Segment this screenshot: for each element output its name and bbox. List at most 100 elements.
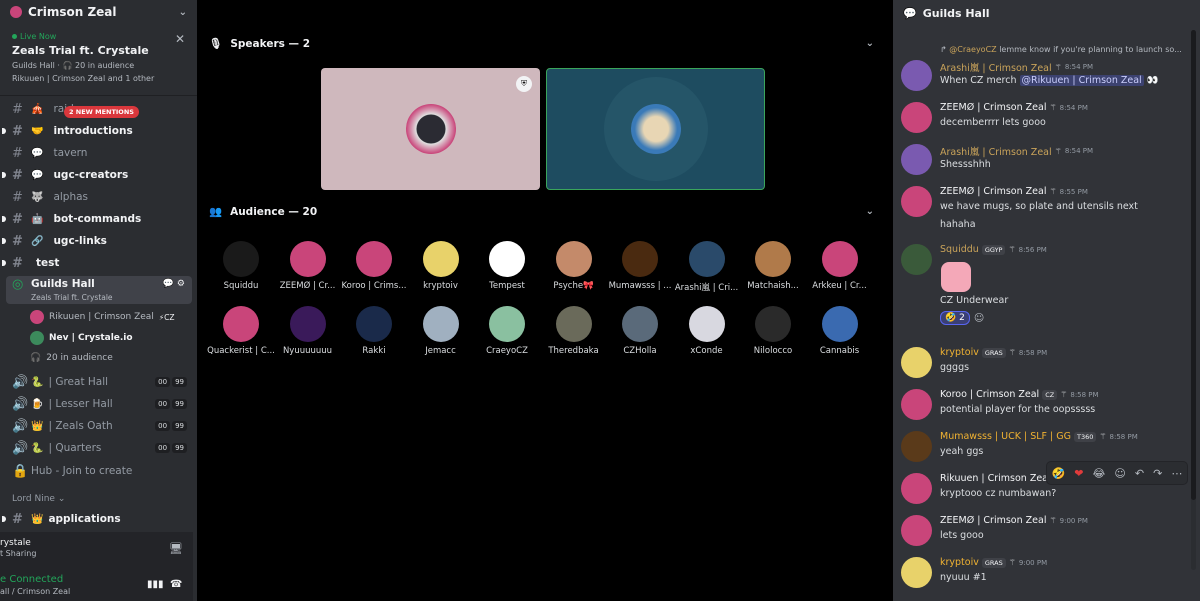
- user-count: 00: [155, 399, 171, 409]
- reaction[interactable]: 🤣 2: [940, 311, 970, 325]
- reaction-heart-icon[interactable]: ❤: [1074, 467, 1083, 480]
- audience-member[interactable]: CZHolla: [605, 306, 675, 356]
- message-author[interactable]: Arashi嵐 | Crimson Zeal: [940, 144, 1052, 158]
- audience-member[interactable]: Nyuuuuuuu: [273, 306, 343, 356]
- new-mentions-pill[interactable]: 2 NEW MENTIONS: [64, 106, 139, 118]
- audience-member[interactable]: xConde: [672, 306, 742, 356]
- audience-member[interactable]: ZEEMØ | Cr...: [273, 241, 343, 291]
- audience-member[interactable]: Theredbaka: [539, 306, 609, 356]
- scrollbar-thumb[interactable]: [1191, 30, 1196, 500]
- channel-introductions[interactable]: # 🤝 introductions: [0, 120, 197, 142]
- chevron-down-icon[interactable]: ⌄: [866, 206, 874, 217]
- chat-message[interactable]: kryptoiv GRAS ⚚ 8:58 PM ggggs: [893, 347, 1190, 387]
- channel-test[interactable]: # test: [0, 252, 197, 274]
- voice-channel-name: | Great Hall: [48, 376, 109, 388]
- channel-tavern[interactable]: # 💬 tavern: [0, 142, 197, 164]
- stage-channel[interactable]: ◎ Guilds Hall 💬 ⚙: [0, 276, 197, 292]
- channel-bot-commands[interactable]: # 🤖 bot-commands: [0, 208, 197, 230]
- audience-member[interactable]: Nilolocco: [738, 306, 808, 356]
- audience-member[interactable]: Tempest: [472, 241, 542, 291]
- message-author[interactable]: Arashi嵐 | Crimson Zeal: [940, 60, 1052, 74]
- audience-member[interactable]: Mumawsss | ...: [605, 241, 675, 291]
- chat-message[interactable]: ZEEMØ | Crimson Zeal ⚚ 9:00 PM lets gooo: [893, 515, 1190, 555]
- message-author[interactable]: kryptoiv: [940, 347, 979, 358]
- audience-member[interactable]: Jemacc: [406, 306, 476, 356]
- message-author[interactable]: ZEEMØ | Crimson Zeal: [940, 186, 1046, 197]
- audience-member[interactable]: Psyche🎀: [539, 241, 609, 291]
- close-icon[interactable]: ✕: [175, 32, 185, 46]
- stage-user[interactable]: Rikuuen | Crimson Zeal ⚡CZ: [30, 307, 174, 327]
- message-author[interactable]: Rikuuen | Crimson Zeal: [940, 473, 1051, 484]
- screen-share-icon[interactable]: 🖥: [169, 542, 183, 555]
- user-mention[interactable]: @Rikuuen | Crimson Zeal: [1019, 75, 1144, 86]
- audience-member[interactable]: Matchaish...: [738, 241, 808, 291]
- audience-count[interactable]: 🎧 20 in audience: [30, 348, 113, 368]
- audience-header[interactable]: 👥 Audience — 20 ⌄: [209, 205, 874, 219]
- audience-member[interactable]: Squiddu: [206, 241, 276, 291]
- chat-message[interactable]: ZEEMØ | Crimson Zeal ⚚ 8:55 PM we have mugs…: [893, 186, 1190, 230]
- message-author[interactable]: Mumawsss | UCK | SLF | GG: [940, 431, 1071, 442]
- audience-member[interactable]: Quackerist | C...: [206, 306, 276, 356]
- guild-tag: GGYP: [981, 244, 1006, 255]
- voice-channel[interactable]: 🔊 👑 | Zeals Oath 00 99: [0, 415, 197, 437]
- category-lord-nine[interactable]: Lord Nine ⌄: [12, 494, 65, 504]
- message-author[interactable]: ZEEMØ | Crimson Zeal: [940, 515, 1046, 526]
- live-stage-card[interactable]: Live Now Zeals Trial ft. Crystale Guilds…: [0, 28, 197, 96]
- message-author[interactable]: ZEEMØ | Crimson Zeal: [940, 102, 1046, 113]
- message-author[interactable]: Squiddu: [940, 244, 979, 255]
- reaction-laugh-icon[interactable]: 😂: [1093, 467, 1106, 480]
- message-author[interactable]: Koroo | Crimson Zeal: [940, 389, 1039, 400]
- avatar: [901, 389, 932, 420]
- chat-message[interactable]: ZEEMØ | Crimson Zeal ⚚ 8:54 PM decemberrrr …: [893, 102, 1190, 142]
- message-text: decemberrrr lets gooo: [940, 117, 1046, 128]
- audience-member[interactable]: Arkkeu | Cr...: [805, 241, 875, 291]
- channel-emoji: 🔗: [31, 235, 44, 247]
- audience-name: Tempest: [489, 281, 525, 291]
- channel-applications[interactable]: # 👑 applications: [0, 508, 197, 530]
- chat-message[interactable]: Arashi嵐 | Crimson Zeal ⚚ 8:54 PM Shessshhh: [893, 144, 1190, 184]
- add-reaction-icon[interactable]: ☺: [974, 313, 984, 324]
- disconnect-icon[interactable]: ☎: [170, 579, 182, 590]
- audience-member[interactable]: Arashi嵐 | Cri...: [672, 241, 742, 293]
- speaker-tile-speaking[interactable]: [546, 68, 765, 190]
- reply-icon[interactable]: ↶: [1135, 467, 1144, 480]
- microphone-icon: 🎙: [209, 38, 223, 50]
- stage-user[interactable]: Nev | Crystale.io: [30, 328, 133, 348]
- chevron-down-icon[interactable]: ⌄: [179, 7, 187, 18]
- more-icon[interactable]: ⋯: [1171, 467, 1182, 480]
- channel-emoji: 💬: [31, 147, 44, 159]
- channel-label: ugc-links: [53, 235, 107, 247]
- voice-channel[interactable]: 🔊 🍺 | Lesser Hall 00 99: [0, 393, 197, 415]
- message-author[interactable]: kryptoiv: [940, 557, 979, 568]
- chat-bubble-icon[interactable]: 💬 ⚙: [163, 279, 185, 289]
- add-reaction-icon[interactable]: ☺: [1114, 467, 1125, 480]
- channel-ugc-creators[interactable]: # 💬 ugc-creators: [0, 164, 197, 186]
- message-time: 8:54 PM: [1064, 147, 1094, 155]
- channel-ugc-links[interactable]: # 🔗 ugc-links: [0, 230, 197, 252]
- role-icon: ⚚: [1054, 146, 1062, 156]
- reply-preview[interactable]: ↱ @CraeyoCZ lemme know if you're plannin…: [940, 45, 1182, 54]
- chat-message[interactable]: Koroo | Crimson Zeal CZ ⚚ 8:58 PM potential …: [893, 389, 1190, 429]
- audience-member[interactable]: kryptoiv: [406, 241, 476, 291]
- chat-message[interactable]: Arashi嵐 | Crimson Zeal ⚚ 8:54 PM When CZ me…: [893, 60, 1190, 100]
- server-header[interactable]: Crimson Zeal ⌄: [0, 0, 197, 24]
- voice-channel[interactable]: 🔊 🐍 | Quarters 00 99: [0, 437, 197, 459]
- audience-member[interactable]: Cannabis: [805, 306, 875, 356]
- channel-alphas[interactable]: # 🐺 alphas: [0, 186, 197, 208]
- audience-member[interactable]: Rakki: [339, 306, 409, 356]
- reaction-rofl-icon[interactable]: 🤣: [1052, 467, 1066, 480]
- chat-message[interactable]: Squiddu GGYP ⚚ 8:56 PM CZ Underwear: [893, 244, 1190, 306]
- audience-member[interactable]: CraeyoCZ: [472, 306, 542, 356]
- speakers-header[interactable]: 🎙 Speakers — 2 ⌄: [209, 37, 874, 51]
- forward-icon[interactable]: ↷: [1153, 467, 1162, 480]
- chevron-down-icon[interactable]: ⌄: [866, 38, 874, 49]
- speaker-tile[interactable]: ⛨: [321, 68, 540, 190]
- audience-member[interactable]: Koroo | Crims...: [339, 241, 409, 291]
- chat-message[interactable]: kryptoiv GRAS ⚚ 9:00 PM nyuuu #1: [893, 557, 1190, 597]
- audience-name: CZHolla: [623, 346, 657, 356]
- hub-channel[interactable]: 🔒 Hub - Join to create: [0, 460, 197, 482]
- channel-emoji: 🎪: [31, 103, 44, 115]
- voice-channel[interactable]: 🔊 🐍 | Great Hall 00 99: [0, 371, 197, 393]
- guild-tag: CZ: [1042, 389, 1058, 400]
- soundboard-icon[interactable]: ▮▮▮: [147, 579, 164, 590]
